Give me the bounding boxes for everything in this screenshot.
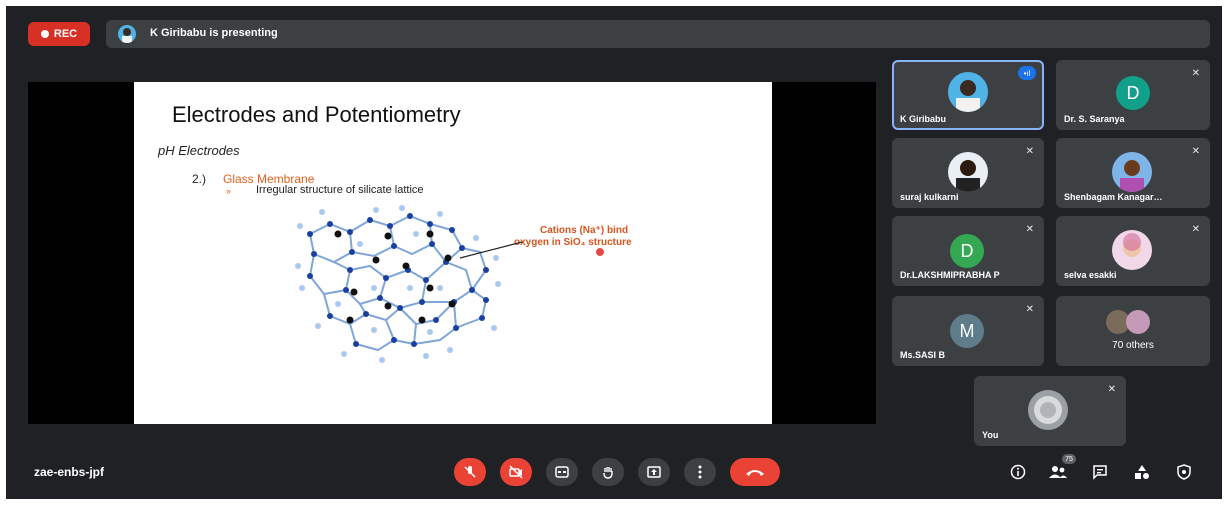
activities-button[interactable] <box>1130 460 1154 484</box>
captions-icon <box>555 466 569 478</box>
mic-off-icon: ✕ <box>1025 304 1034 315</box>
more-options-button[interactable] <box>684 458 716 486</box>
end-call-button[interactable] <box>730 458 780 486</box>
slide-bullet-icon: » <box>226 186 232 196</box>
speaking-icon: •ıl <box>1018 66 1036 80</box>
participant-tile-shenbagam[interactable]: ✕ Shenbagam Kanagar… <box>1056 138 1210 208</box>
mic-off-icon: ✕ <box>1025 224 1034 235</box>
slide-bullet-text: Irregular structure of silicate lattice <box>256 184 424 196</box>
slide-item-number: 2.) <box>192 172 207 186</box>
slide-subtitle: pH Electrodes <box>158 143 240 158</box>
participant-tile-saranya[interactable]: ✕ D Dr. S. Saranya <box>1056 60 1210 130</box>
presenting-text: K Giribabu is presenting <box>150 27 278 39</box>
participant-name: Dr.LAKSHMIPRABHA P <box>900 270 1000 280</box>
avatar <box>948 72 988 112</box>
record-dot-icon <box>40 30 49 38</box>
mic-off-icon: ✕ <box>1025 146 1034 157</box>
info-icon <box>1010 464 1026 480</box>
avatar <box>1126 310 1150 334</box>
participant-tile-k-giribabu[interactable]: •ıl K Giribabu <box>892 60 1044 130</box>
participant-tile-sasi[interactable]: ✕ M Ms.SASI B <box>892 296 1044 366</box>
shield-icon <box>1177 464 1191 480</box>
mic-off-icon: ✕ <box>1191 146 1200 157</box>
participant-name: Dr. S. Saranya <box>1064 114 1125 124</box>
mic-off-icon <box>464 466 476 478</box>
activities-icon <box>1135 465 1149 479</box>
avatar <box>948 152 988 192</box>
participant-name: suraj kulkarni <box>900 192 959 202</box>
avatar: M <box>950 314 984 348</box>
people-count-badge: 75 <box>1062 454 1076 464</box>
rec-label: REC <box>53 28 78 40</box>
participant-name: Ms.SASI B <box>900 350 946 360</box>
camera-toggle-button[interactable] <box>500 458 532 486</box>
recording-indicator: REC <box>28 22 90 46</box>
avatar <box>1112 152 1152 192</box>
mic-off-icon: ✕ <box>1191 224 1200 235</box>
others-count: 70 others <box>1112 340 1154 351</box>
avatar: D <box>1116 76 1150 110</box>
mic-off-icon: ✕ <box>1191 68 1200 79</box>
host-controls-button[interactable] <box>1172 460 1196 484</box>
raise-hand-button[interactable] <box>592 458 624 486</box>
participant-tile-lakshmiprabha[interactable]: ✕ D Dr.LAKSHMIPRABHA P <box>892 216 1044 286</box>
participant-tile-suraj[interactable]: ✕ suraj kulkarni <box>892 138 1044 208</box>
chat-button[interactable] <box>1088 460 1112 484</box>
present-icon <box>647 466 661 478</box>
avatar: D <box>950 234 984 268</box>
chat-icon <box>1093 465 1107 480</box>
hand-icon <box>603 467 613 479</box>
participant-tile-you[interactable]: ✕ You <box>974 376 1126 446</box>
present-button[interactable] <box>638 458 670 486</box>
participant-name: K Giribabu <box>900 114 947 124</box>
captions-button[interactable] <box>546 458 578 486</box>
more-vert-icon <box>698 465 702 479</box>
mic-toggle-button[interactable] <box>454 458 486 486</box>
participant-tile-selva[interactable]: ✕ selva esakki <box>1056 216 1210 286</box>
hang-up-icon <box>746 470 764 476</box>
silicate-lattice-diagram <box>295 205 604 363</box>
people-icon <box>1049 466 1067 478</box>
meeting-details-button[interactable] <box>1006 460 1030 484</box>
participant-name: You <box>982 430 999 440</box>
presenter-avatar <box>118 25 136 43</box>
mic-off-icon: ✕ <box>1107 384 1116 395</box>
participant-tile-others[interactable]: 70 others <box>1056 296 1210 366</box>
avatar <box>1028 390 1068 430</box>
participant-name: selva esakki <box>1064 270 1117 280</box>
meeting-code: zae-enbs-jpf <box>34 465 105 479</box>
participant-name: Shenbagam Kanagar… <box>1064 192 1163 202</box>
avatar <box>1112 230 1152 270</box>
camera-off-icon <box>509 465 523 479</box>
slide-title: Electrodes and Potentiometry <box>172 102 461 127</box>
